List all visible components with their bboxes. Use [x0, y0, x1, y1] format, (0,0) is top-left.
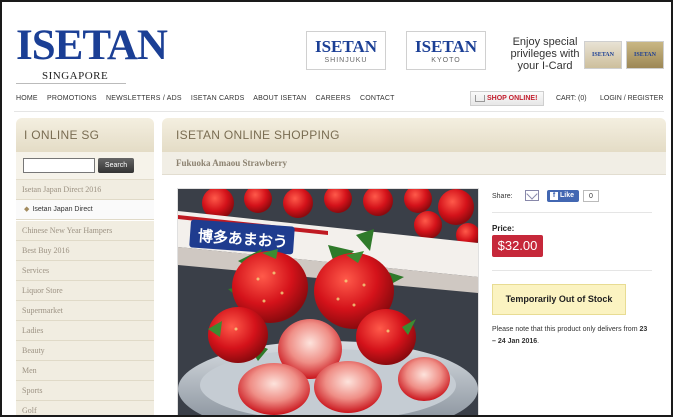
sidebar-item[interactable]: Supermarket	[16, 301, 154, 321]
sidebar-item-label: Ladies	[22, 326, 44, 335]
facebook-icon: f	[550, 192, 558, 200]
search-button[interactable]: Search	[98, 158, 134, 173]
logo-subtitle: SINGAPORE	[42, 70, 109, 82]
sidebar-item-label: Supermarket	[22, 306, 63, 315]
logo-divider	[16, 83, 126, 84]
isetan-logo[interactable]: ISETAN SINGAPORE	[16, 24, 168, 84]
store-location: SHINJUKU	[324, 57, 368, 64]
sidebar-item[interactable]: Chinese New Year Hampers	[16, 221, 154, 241]
card-name: ISETAN	[634, 52, 656, 58]
strawberry-photo: 博多あまおう	[178, 189, 478, 415]
icard-promo-text[interactable]: Enjoy special privileges with your I-Car…	[510, 36, 580, 72]
store-name: ISETAN	[314, 37, 378, 56]
main-header: ISETAN ONLINE SHOPPING	[162, 118, 666, 152]
note-end: .	[537, 338, 540, 345]
cart-link[interactable]: CART: (0)	[556, 95, 587, 102]
nav-divider	[14, 111, 664, 112]
nav-contact[interactable]: CONTACT	[360, 95, 395, 102]
kyoto-store-link[interactable]: ISETAN KYOTO	[406, 31, 486, 70]
sidebar-item-label: Beauty	[22, 346, 45, 355]
sidebar-item-label: Men	[22, 366, 37, 375]
sidebar-title: I ONLINE SG	[24, 128, 100, 142]
icard-gold-image[interactable]: ISETAN	[626, 41, 664, 69]
shop-online-button[interactable]: SHOP ONLINE!	[470, 91, 544, 106]
main-nav: HOME PROMOTIONS NEWSLETTERS / ADS ISETAN…	[16, 95, 402, 102]
search-input[interactable]	[23, 158, 95, 173]
sidebar-item-label: Sports	[22, 386, 43, 395]
sidebar-item[interactable]: ◆ Isetan Japan Direct	[16, 200, 154, 220]
store-location: KYOTO	[431, 57, 461, 64]
sidebar-item-label: Best Buy 2016	[22, 246, 70, 255]
share-label: Share:	[492, 193, 513, 200]
logo-wordmark: ISETAN	[16, 22, 168, 69]
sidebar-item-label: Services	[22, 266, 50, 275]
sidebar-item-label: Isetan Japan Direct 2016	[22, 185, 102, 194]
product-name: Fukuoka Amaou Strawberry	[176, 158, 288, 168]
nav-newsletters[interactable]: NEWSLETTERS / ADS	[106, 95, 182, 102]
nav-isetan-cards[interactable]: ISETAN CARDS	[191, 95, 245, 102]
nav-careers[interactable]: CAREERS	[316, 95, 351, 102]
sidebar-item[interactable]: Best Buy 2016	[16, 241, 154, 261]
nav-promotions[interactable]: PROMOTIONS	[47, 95, 97, 102]
product-title-bar: Fukuoka Amaou Strawberry	[162, 152, 666, 175]
sidebar-item[interactable]: Sports	[16, 381, 154, 401]
sidebar-item[interactable]: Services	[16, 261, 154, 281]
nav-about[interactable]: ABOUT ISETAN	[253, 95, 306, 102]
product-image[interactable]: 博多あまおう	[177, 188, 479, 415]
fb-like-label: Like	[560, 192, 575, 199]
promo-line: privileges with	[510, 48, 580, 60]
sidebar-item[interactable]: Isetan Japan Direct 2016	[16, 180, 154, 200]
shinjuku-store-link[interactable]: ISETAN SHINJUKU	[306, 31, 386, 70]
sidebar-item-label: Isetan Japan Direct	[32, 206, 93, 213]
cart-icon	[475, 95, 485, 102]
login-register-link[interactable]: LOGIN / REGISTER	[600, 95, 663, 102]
sidebar-item-label: Golf	[22, 406, 37, 415]
sidebar-item[interactable]: Beauty	[16, 341, 154, 361]
bullet-icon: ◆	[24, 206, 30, 213]
promo-line: your I-Card	[517, 60, 573, 72]
delivery-note: Please note that this product only deliv…	[492, 324, 652, 348]
sidebar-item[interactable]: Liquor Store	[16, 281, 154, 301]
price-value: $32.00	[492, 235, 543, 257]
sidebar-item[interactable]: Men	[16, 361, 154, 381]
sidebar-header: I ONLINE SG	[16, 118, 154, 152]
card-name: ISETAN	[592, 52, 614, 58]
facebook-like-count: 0	[583, 190, 599, 202]
sidebar-search: Search	[16, 152, 154, 180]
divider	[492, 212, 652, 213]
store-name: ISETAN	[414, 37, 478, 56]
page-frame: ISETAN SINGAPORE ISETAN SHINJUKU ISETAN …	[0, 0, 673, 417]
promo-line: Enjoy special	[512, 36, 578, 48]
price-label: Price:	[492, 224, 515, 233]
sidebar-item[interactable]: Golf	[16, 401, 154, 415]
nav-home[interactable]: HOME	[16, 95, 38, 102]
shop-online-label: SHOP ONLINE!	[487, 95, 538, 102]
mail-icon[interactable]	[525, 190, 539, 201]
note-text: Please note that this product only deliv…	[492, 326, 640, 333]
facebook-like-button[interactable]: f Like	[547, 190, 579, 202]
divider	[492, 270, 652, 271]
sidebar-item-label: Chinese New Year Hampers	[22, 226, 113, 235]
stock-status-badge: Temporarily Out of Stock	[492, 284, 626, 315]
main-title: ISETAN ONLINE SHOPPING	[176, 128, 340, 142]
sidebar-item[interactable]: Ladies	[16, 321, 154, 341]
icard-image[interactable]: ISETAN	[584, 41, 622, 69]
sidebar-item-label: Liquor Store	[22, 286, 63, 295]
